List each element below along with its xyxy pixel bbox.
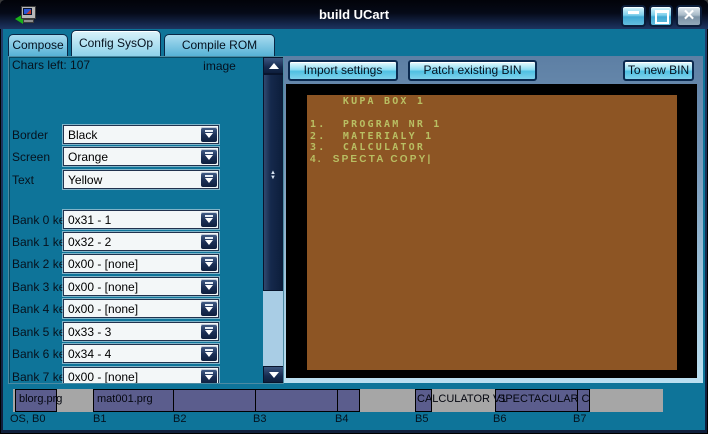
bank-boundary-divider (173, 389, 174, 412)
bank-3-row: Bank 3 key 0x00 - [none] (9, 277, 263, 297)
title-bar: build UCart (0, 0, 708, 29)
bank-4-key-select[interactable]: 0x00 - [none] (63, 299, 219, 318)
bank-6-row: Bank 6 key 0x34 - 4 (9, 344, 263, 364)
c64-preview-screen: KUPA BOX 1 1. PROGRAM NR 1 2. MATERIALY … (307, 95, 677, 370)
bank-7-key-value: 0x00 - [none] (68, 370, 138, 384)
close-button[interactable] (676, 5, 702, 27)
bank-7-row: Bank 7 key 0x00 - [none] (9, 367, 263, 384)
bank-label: B7 (573, 413, 586, 425)
preview-line: 2. MATERIALY 1 (310, 131, 677, 143)
bank-2-key-select[interactable]: 0x00 - [none] (63, 254, 219, 273)
bank-3-key-value: 0x00 - [none] (68, 280, 138, 294)
bank-label: OS, B0 (10, 413, 45, 425)
scrollbar-thumb[interactable] (263, 74, 284, 291)
c64-preview-border: KUPA BOX 1 1. PROGRAM NR 1 2. MATERIALY … (286, 84, 697, 378)
chevron-down-icon[interactable] (201, 212, 217, 227)
app-window: build UCart Compose Config SysOp Compile… (0, 0, 708, 434)
file-name: SPECTACULAR C (498, 393, 589, 405)
text-color-row: Text Yellow (9, 170, 263, 190)
bank-boundary-divider (255, 389, 256, 412)
bank-label: B4 (335, 413, 348, 425)
chevron-down-icon[interactable] (201, 346, 217, 361)
minimize-button[interactable] (621, 5, 646, 27)
file-name: blorg.prg (19, 393, 62, 405)
preview-line: 4. SPECTA COPY| (310, 154, 677, 166)
bank-2-key-value: 0x00 - [none] (68, 257, 138, 271)
text-color-value: Yellow (68, 173, 102, 187)
chevron-down-icon[interactable] (201, 149, 217, 164)
preview-line (310, 108, 677, 120)
bank-0-key-select[interactable]: 0x31 - 1 (63, 210, 219, 229)
tab-compile-rom-image[interactable]: Compile ROM image (164, 34, 275, 56)
chevron-down-icon[interactable] (201, 234, 217, 249)
bank-map-bar: blorg.prg mat001.prg CALCULATOR V1 SPECT… (13, 389, 663, 412)
patch-existing-bin-button[interactable]: Patch existing BIN (408, 60, 537, 81)
chevron-down-icon[interactable] (201, 324, 217, 339)
bank-label: B3 (253, 413, 266, 425)
bank-1-row: Bank 1 key 0x32 - 2 (9, 232, 263, 252)
chevron-down-icon[interactable] (201, 369, 217, 384)
bank-label: B2 (173, 413, 186, 425)
bank-label: B1 (93, 413, 106, 425)
to-new-bin-button[interactable]: To new BIN (623, 60, 694, 81)
screen-color-row: Screen Orange (9, 147, 263, 167)
window-title: build UCart (0, 0, 708, 29)
bank-4-row: Bank 4 key 0x00 - [none] (9, 299, 263, 319)
bank-7-key-select[interactable]: 0x00 - [none] (63, 367, 219, 384)
chevron-down-icon[interactable] (201, 127, 217, 142)
preview-line: 1. PROGRAM NR 1 (310, 119, 677, 131)
bank-2-row: Bank 2 key 0x00 - [none] (9, 254, 263, 274)
settings-panel: Chars left: 107 Border Black Screen Oran… (8, 56, 284, 384)
bank-1-key-value: 0x32 - 2 (68, 235, 111, 249)
bank-5-key-select[interactable]: 0x33 - 3 (63, 322, 219, 341)
text-color-select[interactable]: Yellow (63, 170, 219, 189)
scroll-up-button[interactable] (263, 57, 284, 74)
bank-3-key-select[interactable]: 0x00 - [none] (63, 277, 219, 296)
import-settings-button[interactable]: Import settings (288, 60, 398, 81)
chevron-down-icon[interactable] (201, 279, 217, 294)
panel-scrollbar[interactable] (263, 57, 284, 383)
bank-5-row: Bank 5 key 0x33 - 3 (9, 322, 263, 342)
chevron-down-icon[interactable] (201, 256, 217, 271)
bank-label: B5 (415, 413, 428, 425)
scroll-down-button[interactable] (263, 366, 284, 383)
text-cursor: | (427, 154, 430, 165)
screen-color-value: Orange (68, 150, 108, 164)
bank-1-key-select[interactable]: 0x32 - 2 (63, 232, 219, 251)
bank-5-key-value: 0x33 - 3 (68, 325, 111, 339)
bank-boundary-divider (337, 389, 338, 412)
file-name: CALCULATOR V1 (417, 393, 506, 405)
border-color-row: Border Black (9, 125, 263, 145)
chevron-down-icon[interactable] (201, 172, 217, 187)
bank-6-key-value: 0x34 - 4 (68, 347, 111, 361)
screen-color-select[interactable]: Orange (63, 147, 219, 166)
tab-config-sysop[interactable]: Config SysOp (71, 30, 161, 56)
preview-pane: Import settings Patch existing BIN To ne… (284, 56, 703, 383)
text-label: Text (12, 173, 34, 187)
chevron-down-icon[interactable] (201, 301, 217, 316)
file-name: mat001.prg (97, 393, 153, 405)
preview-line: KUPA BOX 1 (310, 96, 677, 108)
tab-compose[interactable]: Compose (8, 34, 68, 56)
border-color-value: Black (68, 128, 97, 142)
screen-label: Screen (12, 150, 50, 164)
bank-label: B6 (493, 413, 506, 425)
preview-line: 3. CALCULATOR (310, 142, 677, 154)
preview-line-text: 4. SPECTA COPY (310, 154, 427, 165)
bank-4-key-value: 0x00 - [none] (68, 302, 138, 316)
chars-left-status: Chars left: 107 (12, 58, 90, 72)
bank-0-row: Bank 0 key 0x31 - 1 (9, 210, 263, 230)
border-color-select[interactable]: Black (63, 125, 219, 144)
bank-6-key-select[interactable]: 0x34 - 4 (63, 344, 219, 363)
maximize-button[interactable] (649, 5, 673, 27)
border-label: Border (12, 128, 48, 142)
bank-0-key-value: 0x31 - 1 (68, 213, 111, 227)
